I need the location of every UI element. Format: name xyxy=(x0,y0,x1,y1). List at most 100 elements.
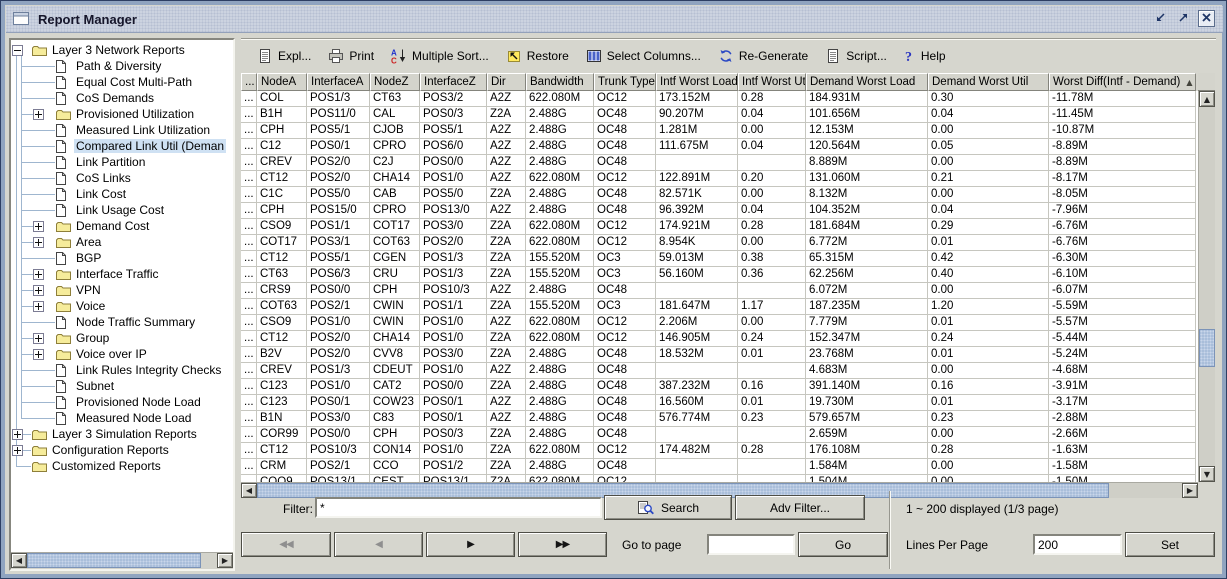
toolbar-button-script[interactable]: Script... xyxy=(821,46,891,66)
go-button[interactable]: Go xyxy=(798,532,888,557)
tree-item-bgp[interactable]: BGP xyxy=(11,250,233,266)
tree-item-customized-reports[interactable]: Customized Reports xyxy=(11,458,233,474)
filter-input[interactable] xyxy=(315,497,602,518)
search-button[interactable]: Search xyxy=(604,495,732,520)
table-row[interactable]: ...COO9POS13/1CESTPOS13/1Z2A622.080MOC12… xyxy=(241,475,1198,482)
tree-item-equal-cost-multi-path[interactable]: Equal Cost Multi-Path xyxy=(11,74,233,90)
table-row[interactable]: ...CREVPOS2/0C2JPOS0/0A2Z2.488GOC488.889… xyxy=(241,155,1198,171)
tree-item-area[interactable]: Area xyxy=(11,234,233,250)
table-row[interactable]: ...CPHPOS5/1CJOBPOS5/1A2Z2.488GOC481.281… xyxy=(241,123,1198,139)
expand-icon[interactable] xyxy=(33,333,44,344)
table-row[interactable]: ...B2VPOS2/0CVV8POS3/0Z2A2.488GOC4818.53… xyxy=(241,347,1198,363)
expand-icon[interactable] xyxy=(33,109,44,120)
scroll-down-arrow-icon[interactable]: ▼ xyxy=(1199,466,1215,482)
column-header-demand-worst-load[interactable]: Demand Worst Load xyxy=(806,73,928,91)
expand-icon[interactable] xyxy=(12,445,23,456)
column-header-trunk-type[interactable]: Trunk Type xyxy=(594,73,656,91)
iconify-button[interactable] xyxy=(1152,10,1169,27)
toolbar-button-multiple-sort[interactable]: ACMultiple Sort... xyxy=(387,46,493,66)
table-row[interactable]: ...CPHPOS15/0CPROPOS13/0A2Z2.488GOC4896.… xyxy=(241,203,1198,219)
table-row[interactable]: ...COT17POS3/1COT63POS2/0Z2A622.080MOC12… xyxy=(241,235,1198,251)
table-row[interactable]: ...CT12POS2/0CHA14POS1/0A2Z622.080MOC121… xyxy=(241,171,1198,187)
set-button[interactable]: Set xyxy=(1125,532,1215,557)
tree-item-measured-node-load[interactable]: Measured Node Load xyxy=(11,410,233,426)
table-row[interactable]: ...C12POS0/1CPROPOS6/0A2Z2.488GOC48111.6… xyxy=(241,139,1198,155)
column-header-worst-diff-intf-demand[interactable]: Worst Diff(Intf - Demand)▲ xyxy=(1049,73,1196,91)
table-row[interactable]: ...C1CPOS5/0CABPOS5/0Z2A2.488GOC4882.571… xyxy=(241,187,1198,203)
toolbar-button-expl[interactable]: Expl... xyxy=(253,46,315,66)
first-page-button[interactable]: ◀◀ xyxy=(241,532,331,557)
table-row[interactable]: ...CRS9POS0/0CPHPOS10/3A2Z2.488GOC486.07… xyxy=(241,283,1198,299)
column-header-intf-worst-util[interactable]: Intf Worst Util xyxy=(738,73,806,91)
toolbar-button-select-columns[interactable]: Select Columns... xyxy=(582,46,705,66)
column-header-dir[interactable]: Dir xyxy=(487,73,526,91)
prev-page-button[interactable]: ◀ xyxy=(334,532,423,557)
column-header-interfacez[interactable]: InterfaceZ xyxy=(420,73,487,91)
table-row[interactable]: ...CRMPOS2/1CCOPOS1/2Z2A2.488GOC481.584M… xyxy=(241,459,1198,475)
tree-item-compared-link-util-deman[interactable]: Compared Link Util (Deman xyxy=(11,138,233,154)
column-header-row-menu[interactable]: ... xyxy=(241,73,257,91)
tree-item-configuration-reports[interactable]: Configuration Reports xyxy=(11,442,233,458)
table-row[interactable]: ...CT63POS6/3CRUPOS1/3Z2A155.520MOC356.1… xyxy=(241,267,1198,283)
table-row[interactable]: ...CT12POS10/3CON14POS1/0Z2A622.080MOC12… xyxy=(241,443,1198,459)
tree-item-voice[interactable]: Voice xyxy=(11,298,233,314)
tree-item-voice-over-ip[interactable]: Voice over IP xyxy=(11,346,233,362)
next-page-button[interactable]: ▶ xyxy=(426,532,515,557)
tree-item-layer-3-network-reports[interactable]: Layer 3 Network Reports xyxy=(11,42,233,58)
tree-item-node-traffic-summary[interactable]: Node Traffic Summary xyxy=(11,314,233,330)
expand-icon[interactable] xyxy=(33,285,44,296)
toolbar-button-re-generate[interactable]: Re-Generate xyxy=(714,46,812,66)
expand-icon[interactable] xyxy=(33,269,44,280)
tree-item-link-partition[interactable]: Link Partition xyxy=(11,154,233,170)
tree-item-path-diversity[interactable]: Path & Diversity xyxy=(11,58,233,74)
expand-icon[interactable] xyxy=(33,221,44,232)
tree-item-layer-3-simulation-reports[interactable]: Layer 3 Simulation Reports xyxy=(11,426,233,442)
table-row[interactable]: ...COLPOS1/3CT63POS3/2A2Z622.080MOC12173… xyxy=(241,91,1198,107)
tree-item-interface-traffic[interactable]: Interface Traffic xyxy=(11,266,233,282)
last-page-button[interactable]: ▶▶ xyxy=(518,532,607,557)
column-header-intf-worst-load[interactable]: Intf Worst Load xyxy=(656,73,738,91)
scroll-left-arrow-icon[interactable]: ◀ xyxy=(241,483,257,498)
column-header-demand-worst-util[interactable]: Demand Worst Util xyxy=(928,73,1049,91)
lines-per-page-input[interactable] xyxy=(1033,534,1122,555)
expand-icon[interactable] xyxy=(12,429,23,440)
table-row[interactable]: ...COT63POS2/1CWINPOS1/1Z2A155.520MOC318… xyxy=(241,299,1198,315)
table-row[interactable]: ...B1HPOS11/0CALPOS0/3Z2A2.488GOC4890.20… xyxy=(241,107,1198,123)
column-header-bandwidth[interactable]: Bandwidth xyxy=(526,73,594,91)
scroll-up-arrow-icon[interactable]: ▲ xyxy=(1199,91,1215,107)
table-row[interactable]: ...CSO9POS1/0CWINPOS1/0A2Z622.080MOC122.… xyxy=(241,315,1198,331)
table-row[interactable]: ...C123POS1/0CAT2POS0/0Z2A2.488GOC48387.… xyxy=(241,379,1198,395)
page-input[interactable] xyxy=(707,534,795,555)
table-row[interactable]: ...COR99POS0/0CPHPOS0/3Z2A2.488GOC482.65… xyxy=(241,427,1198,443)
table-row[interactable]: ...CSO9POS1/1COT17POS3/0Z2A622.080MOC121… xyxy=(241,219,1198,235)
column-header-interfacea[interactable]: InterfaceA xyxy=(307,73,370,91)
tree-item-link-rules-integrity-checks[interactable]: Link Rules Integrity Checks xyxy=(11,362,233,378)
tree-item-subnet[interactable]: Subnet xyxy=(11,378,233,394)
scroll-left-arrow-icon[interactable]: ◀ xyxy=(11,553,27,568)
table-row[interactable]: ...B1NPOS3/0C83POS0/1A2Z2.488GOC48576.77… xyxy=(241,411,1198,427)
close-button[interactable] xyxy=(1198,10,1215,27)
column-header-nodez[interactable]: NodeZ xyxy=(370,73,420,91)
table-row[interactable]: ...CT12POS5/1CGENPOS1/3Z2A155.520MOC359.… xyxy=(241,251,1198,267)
titlebar[interactable]: Report Manager xyxy=(6,6,1223,33)
tree-horizontal-scrollbar[interactable]: ◀ ▶ xyxy=(11,552,233,569)
tree-item-provisioned-node-load[interactable]: Provisioned Node Load xyxy=(11,394,233,410)
toolbar-button-restore[interactable]: Restore xyxy=(502,46,573,66)
tree-item-cos-demands[interactable]: CoS Demands xyxy=(11,90,233,106)
table-vertical-scrollbar[interactable]: ▲ ▼ xyxy=(1198,91,1215,482)
expand-icon[interactable] xyxy=(33,301,44,312)
tree-scrollbar-thumb[interactable] xyxy=(27,553,201,568)
scroll-right-arrow-icon[interactable]: ▶ xyxy=(1182,483,1198,498)
tree-item-vpn[interactable]: VPN xyxy=(11,282,233,298)
adv-filter-button[interactable]: Adv Filter... xyxy=(735,495,865,520)
table-vscrollbar-thumb[interactable] xyxy=(1199,329,1215,367)
tree-item-measured-link-utilization[interactable]: Measured Link Utilization xyxy=(11,122,233,138)
tree-item-group[interactable]: Group xyxy=(11,330,233,346)
expand-icon[interactable] xyxy=(33,349,44,360)
tree-item-demand-cost[interactable]: Demand Cost xyxy=(11,218,233,234)
table-row[interactable]: ...CT12POS2/0CHA14POS1/0Z2A622.080MOC121… xyxy=(241,331,1198,347)
tree-item-link-cost[interactable]: Link Cost xyxy=(11,186,233,202)
toolbar-button-help[interactable]: ?Help xyxy=(900,46,950,66)
tree-item-link-usage-cost[interactable]: Link Usage Cost xyxy=(11,202,233,218)
toolbar-button-print[interactable]: Print xyxy=(324,46,378,66)
